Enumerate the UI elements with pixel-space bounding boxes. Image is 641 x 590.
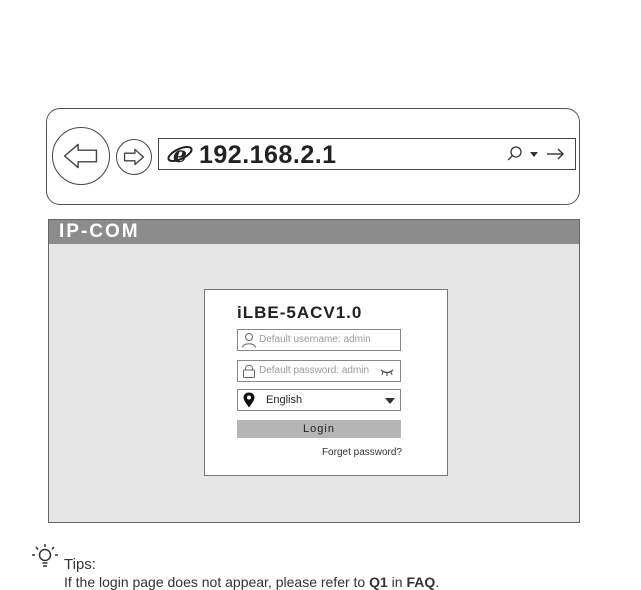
search-icon[interactable] [507,146,522,161]
faq-link: FAQ [406,574,436,590]
login-button[interactable]: Login [237,420,401,438]
ie-logo-icon: e [167,142,193,166]
brand-bar: IP-COM [49,220,579,244]
faq-question-ref: Q1 [369,574,388,590]
dropdown-arrow-icon[interactable] [530,152,538,157]
login-panel: iLBE-5ACV1.0 Default username: admin Def… [204,289,448,476]
forward-button[interactable] [116,139,152,175]
router-web-page: IP-COM iLBE-5ACV1.0 Default username: ad… [48,219,580,523]
tips-text: If the login page does not appear, pleas… [64,574,440,590]
tips-label: Tips: [64,556,96,573]
password-placeholder: Default password: admin [259,365,370,376]
language-select[interactable]: English [237,389,401,411]
chevron-down-icon [385,398,395,404]
back-button[interactable] [52,127,110,185]
model-title: iLBE-5ACV1.0 [237,303,363,322]
user-icon [242,333,256,348]
password-field[interactable]: Default password: admin [237,360,401,382]
address-bar[interactable]: e 192.168.2.1 [158,138,576,170]
username-field[interactable]: Default username: admin [237,329,401,351]
brand-logo: IP-COM [59,221,140,242]
go-arrow-icon[interactable] [547,148,564,160]
back-arrow-icon [63,143,98,169]
svg-text:e: e [173,142,187,166]
lightbulb-icon [32,544,58,567]
lock-icon [243,364,255,378]
forward-arrow-icon [123,148,145,166]
url-text: 192.168.2.1 [199,141,337,169]
username-placeholder: Default username: admin [259,334,371,345]
forget-password-link[interactable]: Forget password? [322,447,402,458]
language-value: English [266,394,303,406]
eye-hidden-icon[interactable] [380,368,394,376]
location-pin-icon [243,392,255,408]
address-bar-icons [507,146,564,161]
